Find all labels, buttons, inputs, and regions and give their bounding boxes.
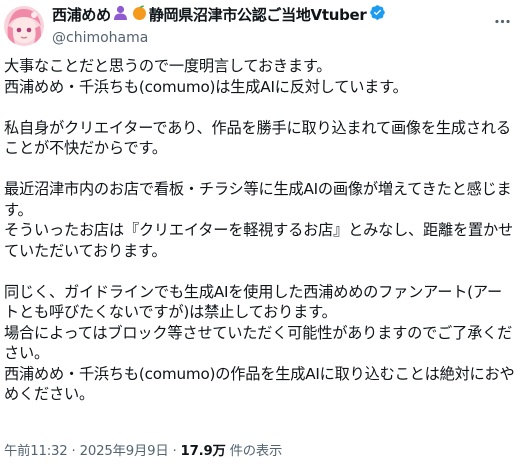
post-paragraph: 最近沼津市内のお店で看板・チラシ等に生成AIの画像が増えてきたと感じます。 そう… — [4, 180, 513, 260]
views-count: 17.9万 — [180, 444, 226, 459]
author-handle[interactable]: @chimohama — [52, 28, 387, 48]
post-paragraph: 私自身がクリエイターであり、作品を勝手に取り込まれて画像を生成されることが不快だ… — [4, 118, 511, 158]
purple-person-emoji-icon — [112, 4, 129, 26]
more-options-icon[interactable] — [491, 10, 513, 32]
display-name[interactable]: 西浦めめ — [52, 5, 111, 25]
post-card: 西浦めめ 静岡県沼津市公認ご当地Vtuber @chimohama 大事なことだ… — [0, 0, 521, 475]
verified-badge-icon — [369, 4, 386, 26]
author-name-row[interactable]: 西浦めめ 静岡県沼津市公認ご当地Vtuber — [52, 4, 387, 26]
author-info: 西浦めめ 静岡県沼津市公認ご当地Vtuber @chimohama — [52, 4, 387, 48]
post-text: 大事なことだと思うので一度明言しておきます。 西浦めめ・千浜ちも(comumo)… — [4, 56, 516, 405]
post-meta: 午前11:32 · 2025年9月9日 · 17.9万 件の表示 — [4, 440, 282, 459]
avatar[interactable] — [4, 6, 44, 46]
affiliation-text[interactable]: 静岡県沼津市公認ご当地Vtuber — [149, 5, 367, 25]
post-header: 西浦めめ 静岡県沼津市公認ご当地Vtuber @chimohama — [4, 4, 521, 52]
orange-fruit-emoji-icon — [131, 4, 148, 26]
timestamp[interactable]: 午前11:32 · 2025年9月9日 · — [4, 444, 181, 459]
post-paragraph: 同じく、ガイドラインでも生成AIを使用した西浦めめのファンアート(アートとも呼び… — [4, 282, 515, 404]
post-paragraph: 大事なことだと思うので一度明言しておきます。 西浦めめ・千浜ちも(comumo)… — [4, 57, 408, 96]
views-label: 件の表示 — [225, 444, 283, 459]
